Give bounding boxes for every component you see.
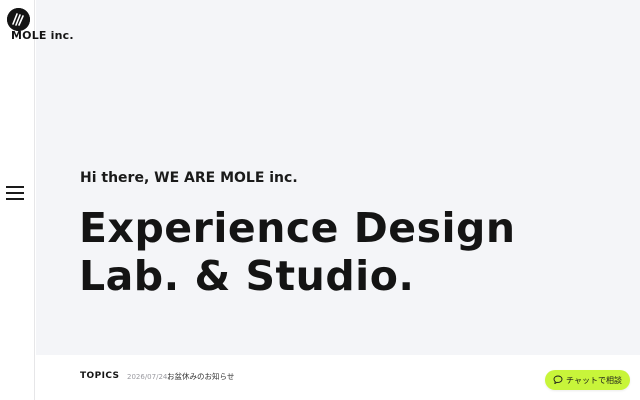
hamburger-menu-icon[interactable]	[6, 186, 24, 200]
chat-bubble-icon	[553, 375, 563, 385]
brand-name[interactable]: MOLE inc.	[11, 29, 74, 42]
headline-line-2: Lab. & Studio.	[79, 252, 415, 300]
mole-logo-icon[interactable]	[7, 8, 30, 31]
headline-line-1: Experience Design	[79, 204, 516, 252]
hero-headline: Experience Design Lab. & Studio.	[79, 204, 516, 300]
topics-news-link[interactable]: お盆休みのお知らせ	[167, 371, 234, 382]
topics-label: TOPICS	[80, 371, 120, 381]
page: MOLE inc. Hi there, WE ARE MOLE inc. Exp…	[0, 0, 640, 400]
menu-line	[6, 186, 24, 188]
chat-button-label: チャットで相談	[566, 375, 622, 385]
menu-line	[6, 198, 24, 200]
hero-greeting: Hi there, WE ARE MOLE inc.	[80, 170, 298, 186]
hero-section: Hi there, WE ARE MOLE inc. Experience De…	[36, 0, 640, 355]
topics-date: 2026/07/24	[127, 373, 168, 381]
menu-line	[6, 192, 24, 194]
left-rail	[0, 0, 35, 400]
chat-consult-button[interactable]: チャットで相談	[545, 370, 630, 390]
